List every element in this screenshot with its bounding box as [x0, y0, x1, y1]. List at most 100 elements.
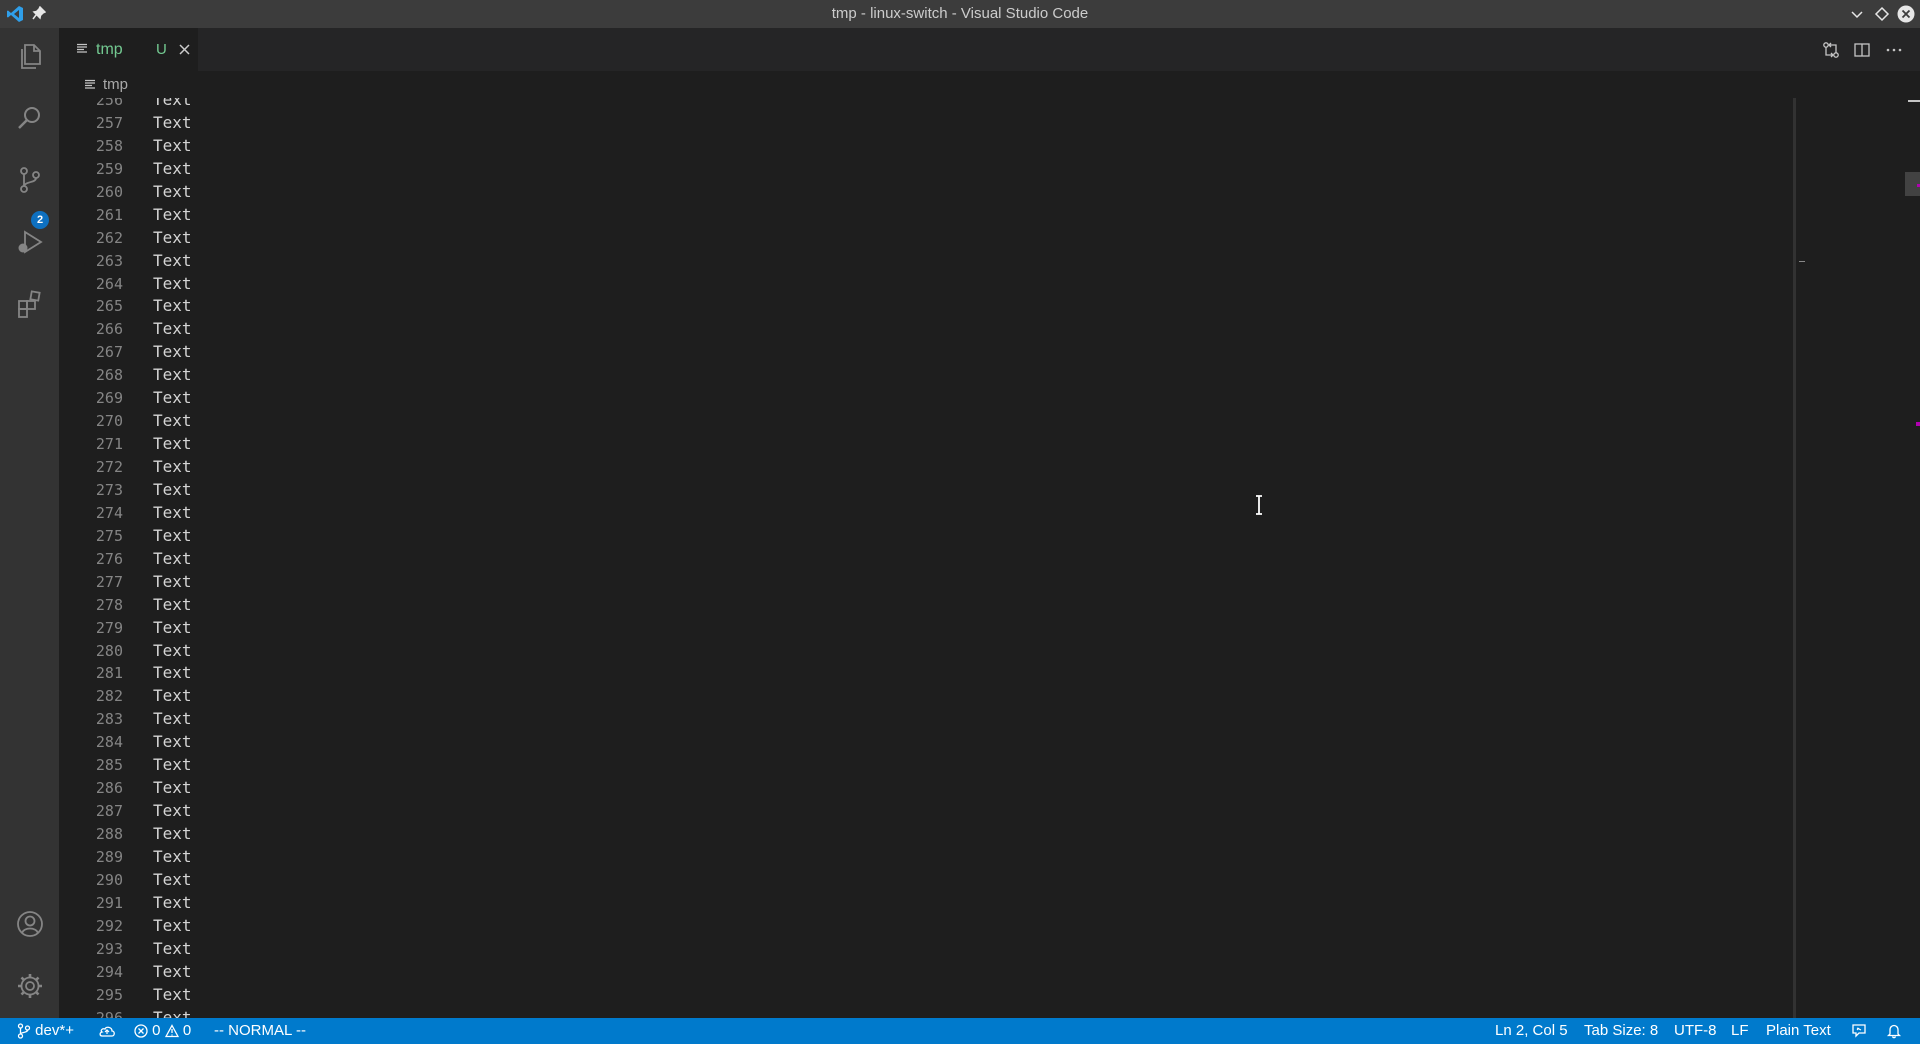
line-text: Text: [153, 158, 192, 178]
line-text: Text: [153, 801, 192, 821]
line-number: 275: [95, 526, 123, 545]
status-bar: dev*+ 0 0 -- NORMAL -- Ln 2, Col 5 Tab S…: [0, 1018, 1920, 1044]
line-text: Text: [153, 135, 192, 155]
line-number: 267: [95, 343, 123, 362]
line-text: Text: [153, 961, 192, 981]
line-text: Text: [153, 824, 192, 843]
line-text: Text: [153, 892, 192, 912]
line-text: Text: [153, 755, 192, 775]
line-text: Text: [153, 1007, 192, 1019]
line-number: 284: [95, 733, 123, 752]
text-cursor-icon: [1256, 495, 1262, 515]
line-text: Text: [153, 457, 192, 476]
tab-tmp[interactable]: tmp U: [59, 28, 198, 71]
tab-bar: tmp U: [59, 28, 1920, 71]
accounts-icon[interactable]: [14, 908, 46, 940]
line-text: Text: [153, 778, 192, 798]
line-number: 268: [95, 366, 123, 385]
line-text: Text: [153, 686, 192, 706]
source-control-icon[interactable]: [14, 164, 46, 196]
line-text: Text: [153, 296, 192, 316]
error-icon: [134, 1024, 148, 1038]
overview-ruler-divider: [1793, 98, 1796, 1018]
close-window-icon[interactable]: [1897, 5, 1915, 23]
line-text: Text: [153, 846, 192, 866]
line-text: Text: [153, 640, 192, 660]
line-number: 269: [95, 389, 123, 408]
tab-size[interactable]: Tab Size: 8: [1584, 1018, 1658, 1044]
line-number: 287: [95, 802, 123, 821]
scrollbar-marker: [1916, 422, 1920, 426]
manage-gear-icon[interactable]: [14, 970, 46, 1002]
feedback-icon: [1852, 1024, 1866, 1038]
line-text: Text: [153, 365, 192, 385]
activity-bar: 2: [0, 28, 59, 1018]
line-number: 273: [95, 480, 123, 499]
line-text: Text: [153, 434, 192, 454]
text-file-icon: [77, 43, 87, 53]
line-number: 283: [95, 710, 123, 729]
vertical-scrollbar[interactable]: [1905, 98, 1920, 1018]
line-text: Text: [153, 915, 192, 935]
title-bar: tmp - linux-switch - Visual Studio Code: [0, 0, 1920, 28]
line-text: Text: [153, 319, 192, 339]
line-number: 295: [95, 985, 123, 1004]
feedback-button[interactable]: [1851, 1018, 1867, 1044]
window-title: tmp - linux-switch - Visual Studio Code: [831, 5, 1089, 22]
line-text: Text: [153, 204, 192, 224]
line-text: Text: [153, 594, 192, 614]
line-number: 288: [95, 825, 123, 843]
line-text: Text: [153, 98, 192, 109]
line-number: 291: [95, 893, 123, 912]
line-number: 285: [95, 756, 123, 775]
branch-indicator[interactable]: dev*+: [17, 1018, 74, 1044]
vim-mode: -- NORMAL --: [214, 1022, 306, 1039]
end-of-line[interactable]: LF: [1731, 1018, 1749, 1044]
extensions-icon[interactable]: [14, 288, 46, 320]
line-number: 280: [95, 641, 123, 660]
search-icon[interactable]: [14, 102, 46, 134]
open-changes-icon[interactable]: [1822, 41, 1840, 59]
line-number: 282: [95, 687, 123, 706]
line-text: Text: [153, 250, 192, 270]
notifications-button[interactable]: [1886, 1018, 1902, 1044]
run-debug-icon[interactable]: [14, 226, 46, 258]
close-tab-icon[interactable]: [178, 43, 191, 56]
line-number: 293: [95, 939, 123, 958]
split-editor-icon[interactable]: [1853, 41, 1871, 59]
branch-icon: [17, 1023, 31, 1039]
text-file-icon: [85, 79, 95, 89]
line-text: Text: [153, 617, 192, 637]
line-number: 278: [95, 595, 123, 614]
bell-icon: [1886, 1024, 1902, 1039]
more-actions-icon[interactable]: [1885, 41, 1903, 59]
problems-indicator[interactable]: 0 0: [134, 1018, 191, 1044]
line-number: 294: [95, 962, 123, 981]
line-number: 260: [95, 182, 123, 201]
line-number: 270: [95, 412, 123, 431]
sync-button[interactable]: [98, 1018, 116, 1044]
line-number: 264: [95, 274, 123, 293]
breadcrumb-file[interactable]: tmp: [103, 71, 128, 98]
maximize-icon[interactable]: [1873, 5, 1891, 23]
line-number: 292: [95, 916, 123, 935]
minimize-icon[interactable]: [1848, 5, 1866, 23]
line-text: Text: [153, 342, 192, 362]
language-mode[interactable]: Plain Text: [1766, 1018, 1831, 1044]
line-text: Text: [153, 984, 192, 1004]
line-number: 262: [95, 228, 123, 247]
line-text: Text: [153, 502, 192, 522]
line-number: 261: [95, 205, 123, 224]
line-number: 266: [95, 320, 123, 339]
cloud-sync-icon: [99, 1026, 115, 1037]
cursor-position[interactable]: Ln 2, Col 5: [1495, 1018, 1568, 1044]
editor-area[interactable]: 256 Text 257 Text 258 Text 259 Text 260 Text 261 Te…: [59, 98, 1920, 1018]
line-number: 263: [95, 251, 123, 270]
line-number: 281: [95, 664, 123, 683]
line-number: 277: [95, 572, 123, 591]
line-text: Text: [153, 525, 192, 545]
line-number: 256: [95, 98, 123, 109]
line-number: 296: [95, 1008, 123, 1019]
encoding[interactable]: UTF-8: [1674, 1018, 1717, 1044]
explorer-icon[interactable]: [14, 40, 46, 72]
